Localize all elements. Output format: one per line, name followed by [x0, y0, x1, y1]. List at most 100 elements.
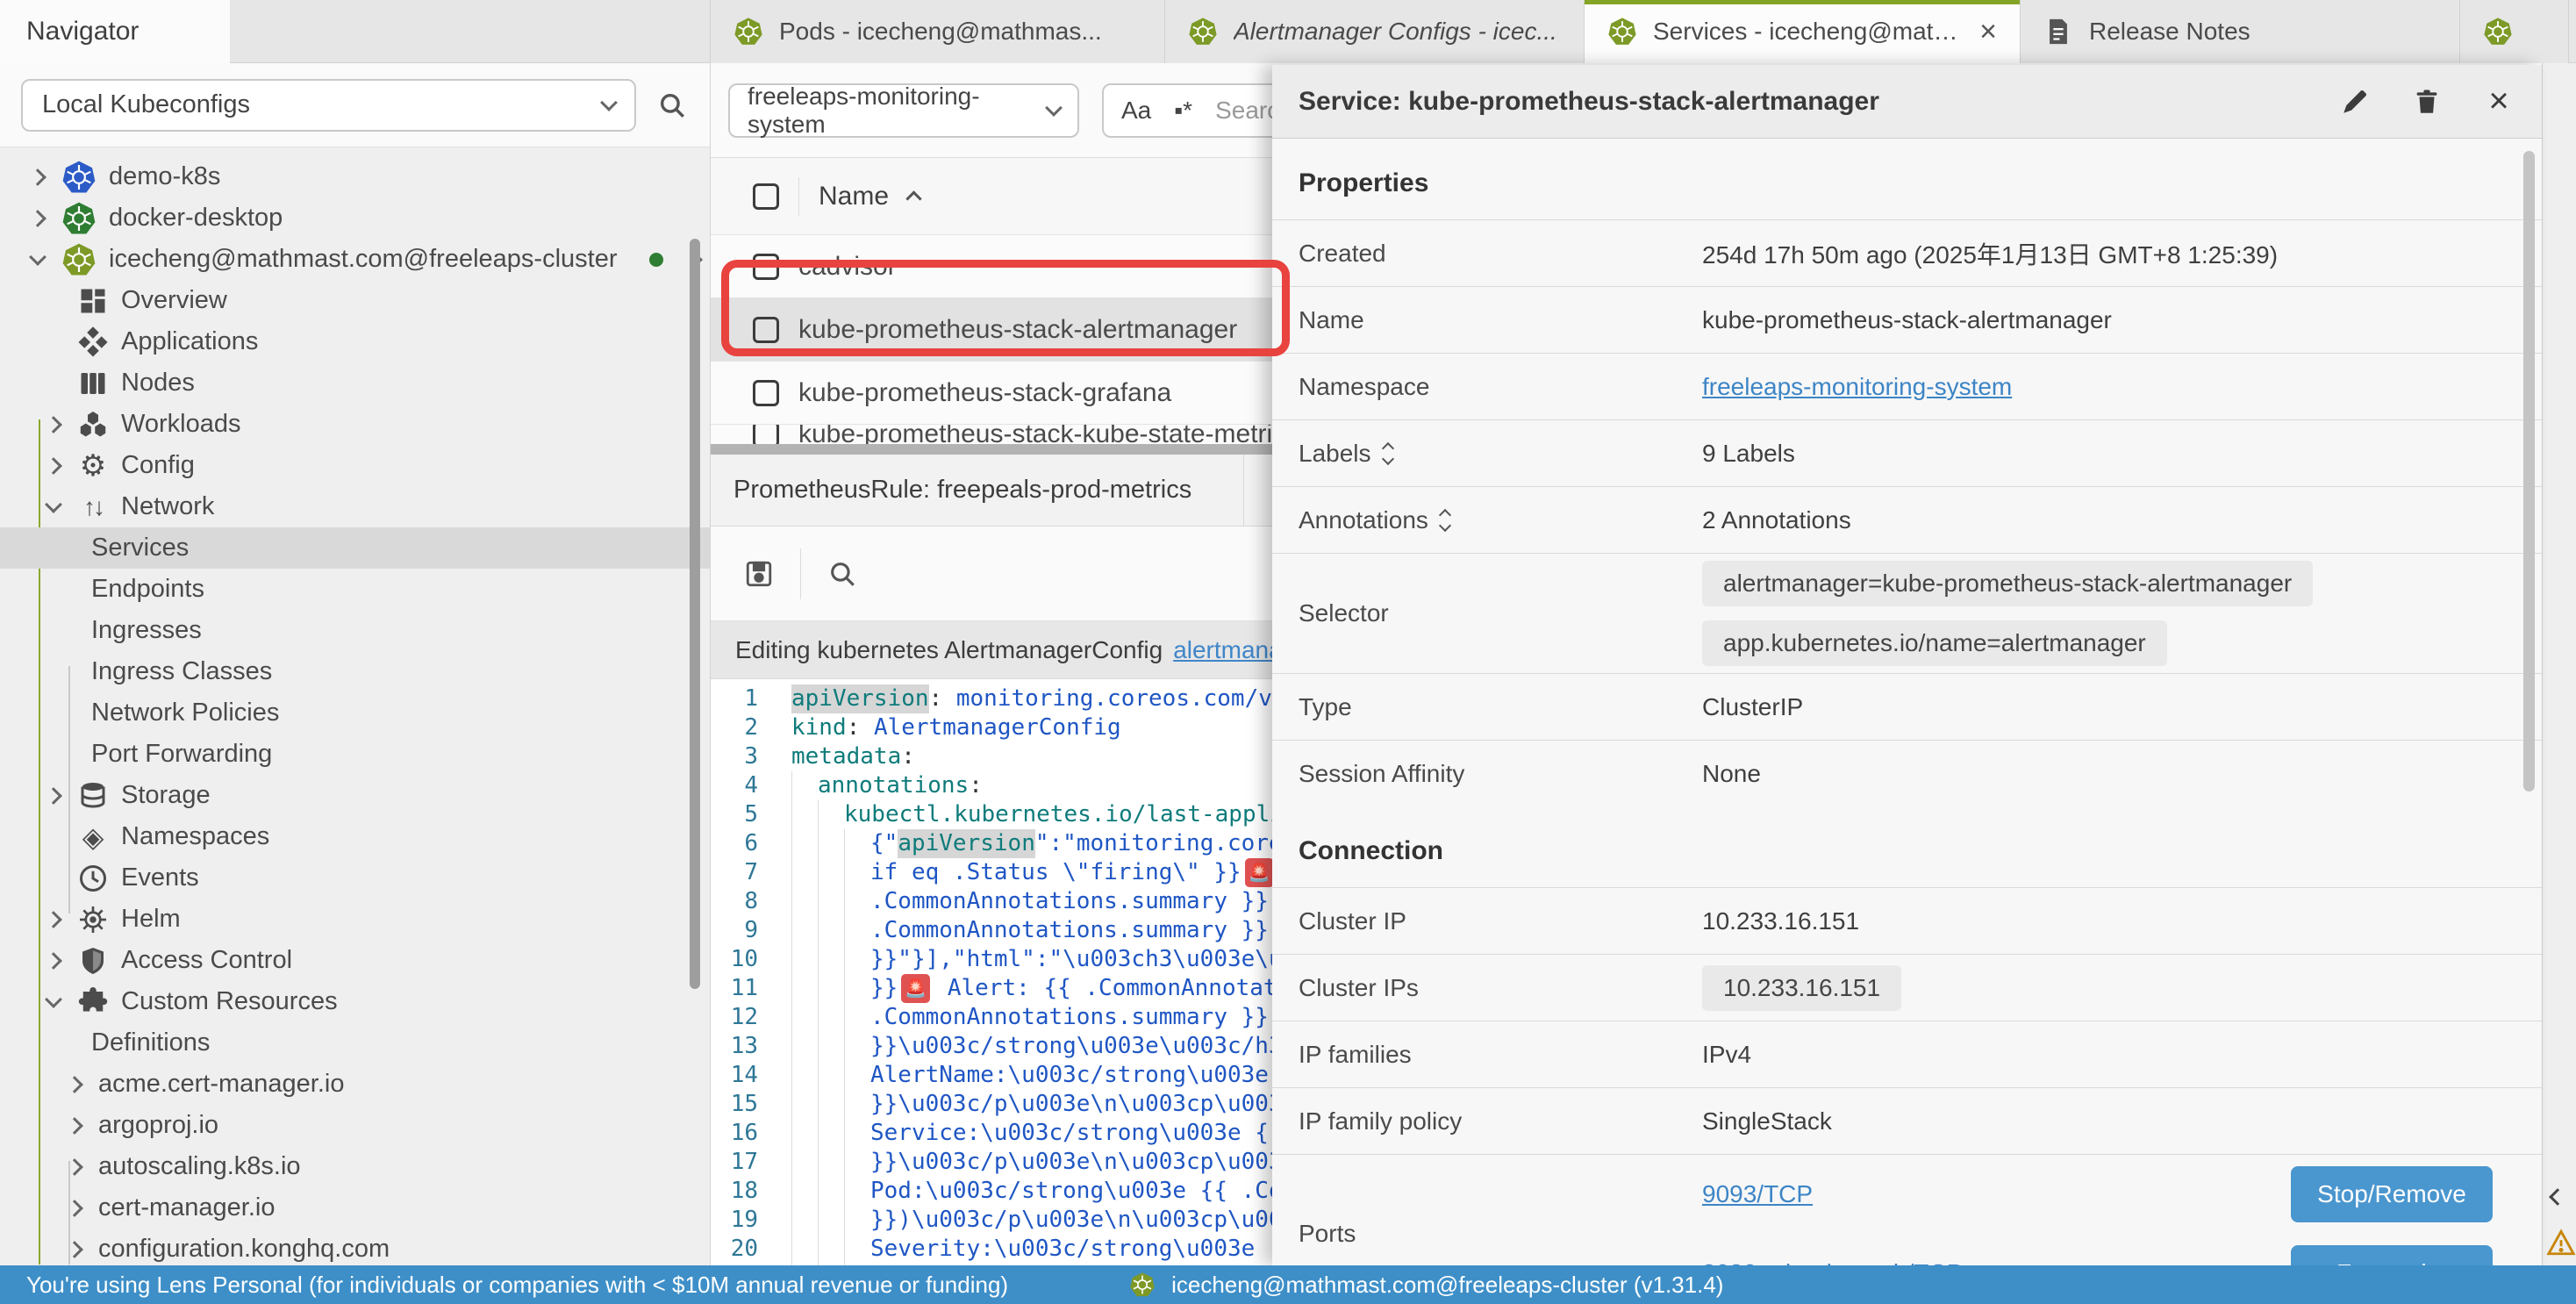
namespace-select[interactable]: freeleaps-monitoring-system	[728, 83, 1079, 138]
sidebar-item-access-control[interactable]: Access Control	[0, 940, 710, 981]
port-link[interactable]: 9093/TCP	[1702, 1180, 1813, 1208]
sidebar-item-argoproj-io[interactable]: argoproj.io	[0, 1105, 710, 1146]
line-number: 15	[711, 1090, 791, 1119]
sidebar-item-custom-resources[interactable]: Custom Resources	[0, 981, 710, 1022]
port-action-button[interactable]: Stop/Remove	[2291, 1166, 2493, 1222]
sidebar-item-port-forwarding[interactable]: Port Forwarding	[0, 734, 710, 775]
chevron-down-icon	[45, 496, 62, 513]
kubernetes-icon	[61, 201, 97, 236]
chevron-left-icon[interactable]	[2549, 1188, 2566, 1206]
tab-release-notes[interactable]: Release Notes	[2021, 0, 2460, 63]
sidebar-item-endpoints[interactable]: Endpoints	[0, 569, 710, 610]
select-all-checkbox[interactable]	[753, 183, 779, 210]
indent-guide	[844, 945, 870, 974]
sidebar-item-workloads[interactable]: Workloads	[0, 404, 710, 445]
tab-pods-icecheng-mathmas-[interactable]: Pods - icecheng@mathmas...	[711, 0, 1165, 63]
sidebar-item-config[interactable]: ⚙Config	[0, 445, 710, 486]
row-checkbox[interactable]	[753, 254, 779, 280]
indent-guide	[791, 829, 818, 858]
indent-guide	[791, 771, 818, 800]
row-checkbox[interactable]	[753, 425, 779, 444]
namespace-select-value: freeleaps-monitoring-system	[748, 82, 1048, 139]
row-checkbox[interactable]	[753, 380, 779, 406]
sidebar-item-docker-desktop[interactable]: docker-desktop	[0, 197, 710, 239]
tab-alertmanager-configs-ice[interactable]: Alertmanager Configs - icec...	[1165, 0, 1585, 63]
tab-close-icon[interactable]: ×	[1979, 17, 1997, 47]
indent-guide	[791, 1206, 818, 1235]
sidebar-item-namespaces[interactable]: ◈Namespaces	[0, 816, 710, 857]
line-number: 18	[711, 1177, 791, 1206]
value-text: 9 Labels	[1702, 440, 1795, 468]
kubeconfig-select[interactable]: Local Kubeconfigs	[21, 79, 636, 132]
sidebar-item-storage[interactable]: Storage	[0, 775, 710, 816]
sidebar-item-nodes[interactable]: Nodes	[0, 362, 710, 404]
drawer-scrollbar[interactable]	[2523, 151, 2535, 792]
tab-services-icecheng-math-[interactable]: Services - icecheng@math...×	[1585, 0, 2021, 63]
sidebar-item-label: demo-k8s	[109, 162, 220, 191]
tab-overflow[interactable]	[2460, 0, 2569, 63]
regex-toggle[interactable]: ▪*	[1174, 97, 1192, 125]
sidebar-item-acme-cert-manager-io[interactable]: acme.cert-manager.io	[0, 1064, 710, 1105]
sort-updown-icon[interactable]	[1441, 511, 1449, 530]
value-text: 254d 17h 50m ago (2025年1月13日 GMT+8 1:25:…	[1702, 236, 2278, 271]
navigator-label: Navigator	[26, 17, 139, 47]
indent-guide	[818, 1003, 844, 1032]
close-icon[interactable]: ×	[2482, 85, 2515, 118]
edit-icon[interactable]	[2338, 85, 2372, 118]
sidebar-item-network-policies[interactable]: Network Policies	[0, 692, 710, 734]
namespace-link[interactable]: freeleaps-monitoring-system	[1702, 373, 2012, 401]
sidebar-item-helm[interactable]: Helm	[0, 899, 710, 940]
indent-guide	[818, 1119, 844, 1148]
code-token: }}\u003c/p\u003e\n\u003cp\u003	[870, 1148, 1283, 1177]
search-icon[interactable]	[655, 89, 689, 122]
name-column-header[interactable]: Name	[819, 182, 889, 211]
drawer-row-type: TypeClusterIP	[1272, 673, 2542, 740]
chevron-right-icon	[45, 952, 62, 970]
chevron-right-icon	[66, 1241, 83, 1258]
line-number: 17	[711, 1148, 791, 1177]
indent-guide	[791, 1032, 818, 1061]
sidebar-item-ingress-classes[interactable]: Ingress Classes	[0, 651, 710, 692]
drawer-title: Service: kube-prometheus-stack-alertmana…	[1299, 87, 1879, 117]
sidebar-item-demo-k8s[interactable]: demo-k8s	[0, 156, 710, 197]
indent-guide	[844, 1090, 870, 1119]
sidebar-item-definitions[interactable]: Definitions	[0, 1022, 710, 1064]
line-number: 20	[711, 1235, 791, 1264]
sidebar-item-ingresses[interactable]: Ingresses	[0, 610, 710, 651]
sidebar-item-configuration-konghq-com[interactable]: configuration.konghq.com	[0, 1229, 710, 1265]
sidebar-scrollbar[interactable]	[690, 239, 700, 989]
sidebar-item-cert-manager-io[interactable]: cert-manager.io	[0, 1187, 710, 1229]
sidebar-item-label: Workloads	[121, 410, 240, 439]
chevron-right-icon	[66, 1200, 83, 1217]
sidebar-item-services[interactable]: Services	[0, 527, 710, 569]
tab-label: Alertmanager Configs - icec...	[1234, 18, 1557, 46]
indent-guide	[791, 916, 818, 945]
delete-icon[interactable]	[2410, 85, 2444, 118]
sort-updown-icon[interactable]	[1384, 444, 1392, 463]
port-action-button[interactable]: Forward...	[2291, 1245, 2493, 1265]
indent-guide	[791, 1235, 818, 1264]
navigator-tab[interactable]: Navigator	[0, 0, 230, 63]
sidebar-item-events[interactable]: Events	[0, 857, 710, 899]
right-edge-strip	[2542, 63, 2576, 1265]
dock-tab-prometheusrule[interactable]: PrometheusRule: freepeals-prod-metrics	[711, 455, 1244, 526]
indent-guide	[844, 1148, 870, 1177]
chevron-slot	[42, 999, 65, 1006]
sidebar-item-label: Storage	[121, 781, 211, 810]
line-number: 4	[711, 771, 791, 800]
apps-icon	[77, 326, 109, 358]
save-icon[interactable]	[742, 557, 776, 591]
line-number: 14	[711, 1061, 791, 1090]
sidebar-item-icecheng-mathmast-com-freeleaps-cluster[interactable]: icecheng@mathmast.com@freeleaps-cluster	[0, 239, 710, 280]
match-case-toggle[interactable]: Aa	[1121, 97, 1151, 125]
port-link[interactable]: 8080:reloader-web/TCP	[1702, 1259, 1963, 1265]
helm-icon	[77, 904, 109, 935]
sidebar-item-autoscaling-k8s-io[interactable]: autoscaling.k8s.io	[0, 1146, 710, 1187]
row-label: Name	[1299, 306, 1702, 334]
editor-search-icon[interactable]	[826, 557, 859, 591]
sidebar-item-overview[interactable]: Overview	[0, 280, 710, 321]
sidebar-item-network[interactable]: ↑↓Network	[0, 486, 710, 527]
sidebar-item-applications[interactable]: Applications	[0, 321, 710, 362]
row-checkbox[interactable]	[753, 317, 779, 343]
indent-guide	[818, 858, 844, 887]
